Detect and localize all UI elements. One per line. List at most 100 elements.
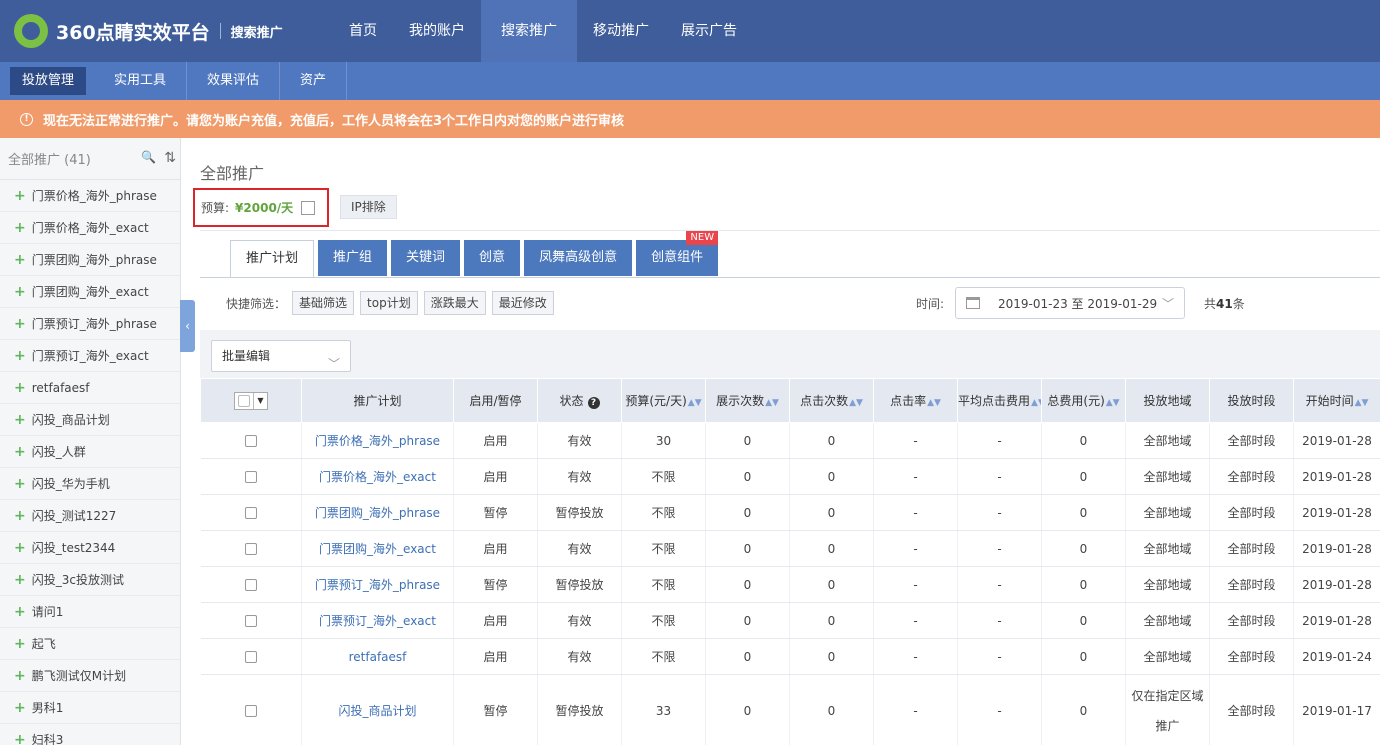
row-checkbox[interactable] [244, 705, 257, 717]
plan-name-link[interactable]: 门票预订_海外_exact [301, 602, 454, 639]
row-checkbox-cell[interactable] [200, 566, 302, 603]
sidebar-item[interactable]: + 男科1 [0, 692, 180, 724]
col-impressions[interactable]: 展示次数▲▼ [705, 378, 790, 423]
sidebar-item[interactable]: + 请问1 [0, 596, 180, 628]
row-checkbox[interactable] [244, 543, 257, 555]
sidebar-item[interactable]: + 闪投_测试1227 [0, 500, 180, 532]
subnav-assets[interactable]: 资产 [280, 62, 348, 100]
row-checkbox-cell[interactable] [200, 530, 302, 567]
plan-name-link[interactable]: retfafaesf [301, 638, 454, 675]
plus-icon[interactable]: + [14, 380, 26, 396]
plan-name-link[interactable]: 门票预订_海外_phrase [301, 566, 454, 603]
sidebar-item[interactable]: + 闪投_3c投放测试 [0, 564, 180, 596]
table-row[interactable]: 门票预订_海外_phrase 暂停 暂停投放 不限 0 0- -0 全部地域 全部时段 2019-… [200, 566, 1380, 603]
plus-icon[interactable]: + [14, 540, 26, 556]
table-row[interactable]: 门票价格_海外_exact 启用 有效 不限 0 0- -0 全部地域 全部时段 2019-01-… [200, 458, 1380, 495]
plus-icon[interactable]: + [14, 476, 26, 492]
select-all-checkbox[interactable] [238, 394, 250, 407]
subnav-tools[interactable]: 实用工具 [94, 62, 188, 100]
filter-basic-button[interactable]: 基础筛选 [292, 291, 355, 315]
row-checkbox[interactable] [244, 651, 257, 663]
select-all-header[interactable]: ▼ [200, 378, 302, 423]
search-icon[interactable]: 🔍 [141, 150, 156, 166]
col-avg-cpc[interactable]: 平均点击费用▲▼ [957, 378, 1042, 423]
sidebar-item[interactable]: + 闪投_人群 [0, 436, 180, 468]
sort-icon[interactable]: ▲▼ [688, 398, 702, 408]
sort-icon[interactable]: ▲▼ [1031, 398, 1040, 408]
plus-icon[interactable]: + [14, 700, 26, 716]
sidebar-item[interactable]: + 门票预订_海外_exact [0, 340, 180, 372]
plus-icon[interactable]: + [14, 188, 26, 204]
row-checkbox[interactable] [244, 471, 257, 483]
plus-icon[interactable]: + [14, 284, 26, 300]
row-checkbox-cell[interactable] [200, 638, 302, 675]
tab-creatives[interactable]: 创意 [464, 240, 521, 276]
row-checkbox[interactable] [244, 435, 257, 447]
batch-edit-select[interactable]: 批量编辑 ﹀ [211, 340, 351, 372]
sort-icon[interactable]: ▲▼ [765, 398, 779, 408]
table-row[interactable]: 闪投_商品计划 暂停 暂停投放 33 0 0- -0 仅在指定区域推广 全部时段 2019-01-… [200, 674, 1380, 745]
row-checkbox[interactable] [244, 615, 257, 627]
tab-creative-components[interactable]: 创意组件 NEW [636, 231, 719, 276]
plus-icon[interactable]: + [14, 220, 26, 236]
sidebar-item[interactable]: + 妇科3 [0, 724, 180, 745]
plus-icon[interactable]: + [14, 636, 26, 652]
sort-icon[interactable]: ▲▼ [1355, 398, 1369, 408]
col-start-time[interactable]: 开始时间▲▼ [1293, 378, 1380, 423]
plus-icon[interactable]: + [14, 668, 26, 684]
table-row[interactable]: 门票价格_海外_phrase 启用 有效 30 0 0- -0 全部地域 全部时段 2019-01… [200, 422, 1380, 459]
plus-icon[interactable]: + [14, 348, 26, 364]
plus-icon[interactable]: + [14, 572, 26, 588]
ip-exclude-button[interactable]: IP排除 [340, 195, 397, 219]
row-checkbox-cell[interactable] [200, 494, 302, 531]
plus-icon[interactable]: + [14, 604, 26, 620]
tab-advanced-creatives[interactable]: 凤舞高级创意 [524, 240, 633, 276]
sidebar-item[interactable]: + 起飞 [0, 628, 180, 660]
plan-name-link[interactable]: 门票团购_海外_phrase [301, 494, 454, 531]
plus-icon[interactable]: + [14, 444, 26, 460]
nav-my-account[interactable]: 我的账户 [393, 0, 481, 62]
col-total-cost[interactable]: 总费用(元)▲▼ [1041, 378, 1126, 423]
sidebar-item[interactable]: + 闪投_华为手机 [0, 468, 180, 500]
filter-change-button[interactable]: 涨跌最大 [423, 291, 486, 315]
caret-down-icon[interactable]: ▼ [253, 392, 267, 409]
plus-icon[interactable]: + [14, 508, 26, 524]
plus-icon[interactable]: + [14, 412, 26, 428]
nav-home[interactable]: 首页 [333, 0, 393, 62]
table-row[interactable]: 门票预订_海外_exact 启用 有效 不限 0 0- -0 全部地域 全部时段 2019-01-… [200, 602, 1380, 639]
sidebar-item[interactable]: + retfafaesf [0, 372, 180, 404]
tab-plans[interactable]: 推广计划 [230, 240, 315, 278]
plan-name-link[interactable]: 门票价格_海外_exact [301, 458, 454, 495]
table-row[interactable]: retfafaesf 启用 有效 不限 0 0- -0 全部地域 全部时段 2019-01-24 [200, 638, 1380, 675]
sidebar-item[interactable]: + 门票价格_海外_exact [0, 212, 180, 244]
table-row[interactable]: 门票团购_海外_phrase 暂停 暂停投放 不限 0 0- -0 全部地域 全部时段 2019-… [200, 494, 1380, 531]
sidebar-title[interactable]: 全部推广 (41) [8, 149, 91, 168]
row-checkbox-cell[interactable] [200, 458, 302, 495]
sidebar-item[interactable]: + 门票团购_海外_exact [0, 276, 180, 308]
nav-mobile-promotion[interactable]: 移动推广 [577, 0, 665, 62]
sidebar-item[interactable]: + 门票预订_海外_phrase [0, 308, 180, 340]
nav-display-ads[interactable]: 展示广告 [665, 0, 753, 62]
plus-icon[interactable]: + [14, 252, 26, 268]
sidebar-item[interactable]: + 门票团购_海外_phrase [0, 244, 180, 276]
sort-icon[interactable]: ▲▼ [1106, 398, 1120, 408]
sidebar-item[interactable]: + 鹏飞测试仅M计划 [0, 660, 180, 692]
filter-recent-button[interactable]: 最近修改 [491, 291, 554, 315]
sort-icon[interactable]: ▲▼ [849, 398, 863, 408]
row-checkbox-cell[interactable] [200, 422, 302, 459]
col-budget[interactable]: 预算(元/天)▲▼ [621, 378, 706, 423]
table-row[interactable]: 门票团购_海外_exact 启用 有效 不限 0 0- -0 全部地域 全部时段 2019-01-… [200, 530, 1380, 567]
subnav-evaluation[interactable]: 效果评估 [187, 62, 281, 100]
sort-icon[interactable]: ⇅ [164, 150, 176, 166]
tab-keywords[interactable]: 关键词 [391, 240, 461, 276]
edit-icon[interactable] [301, 200, 316, 215]
plan-name-link[interactable]: 闪投_商品计划 [301, 674, 454, 745]
subnav-delivery-management[interactable]: 投放管理 [10, 67, 87, 95]
help-icon[interactable]: ? [587, 397, 600, 409]
tab-groups[interactable]: 推广组 [318, 240, 388, 276]
logo[interactable]: 360点睛实效平台 搜索推广 [14, 14, 283, 48]
nav-search-promotion[interactable]: 搜索推广 [481, 0, 577, 62]
col-ctr[interactable]: 点击率▲▼ [873, 378, 958, 423]
sidebar-item[interactable]: + 门票价格_海外_phrase [0, 180, 180, 212]
filter-top-button[interactable]: top计划 [360, 291, 418, 315]
